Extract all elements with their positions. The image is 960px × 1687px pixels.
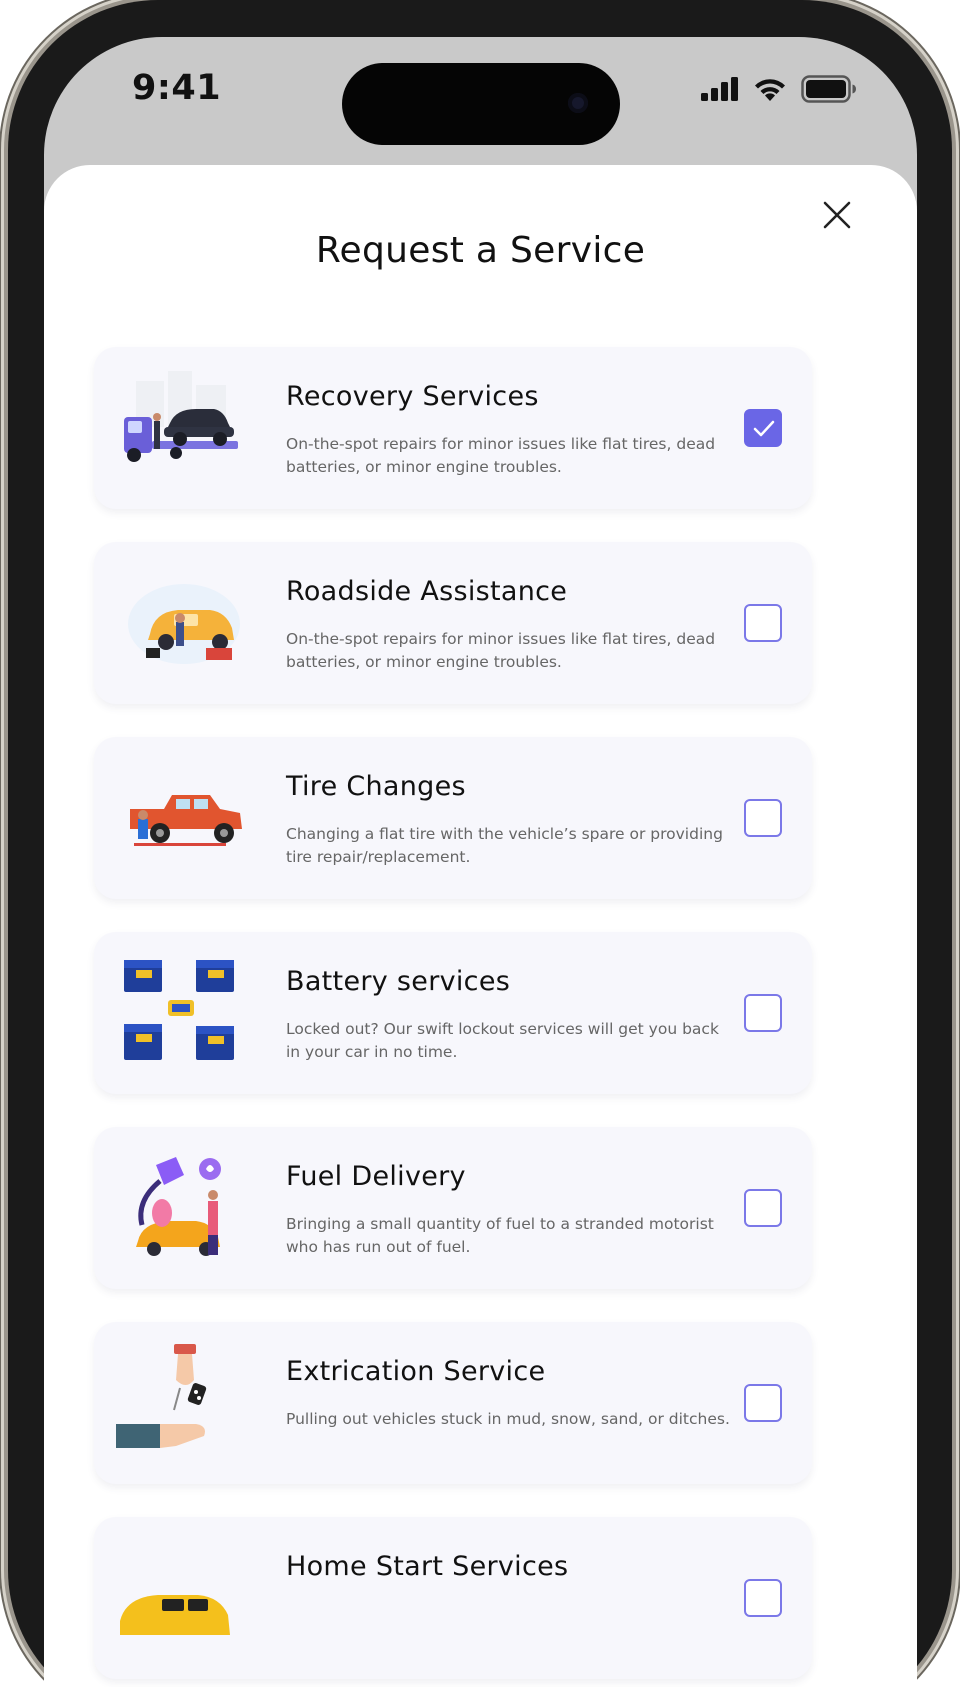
service-card-roadside[interactable]: Roadside Assistance On-the-spot repairs … [94, 542, 812, 704]
service-title: Recovery Services [286, 381, 539, 412]
request-service-sheet: Request a Service Recovery Services On-t… [44, 165, 917, 1687]
service-title: Roadside Assistance [286, 576, 568, 607]
cellular-signal-icon [701, 77, 738, 101]
service-description: Locked out? Our swift lockout services w… [286, 1020, 719, 1061]
tow-truck-illustration [124, 371, 238, 462]
service-title: Battery services [286, 966, 511, 997]
battery-icon [801, 75, 856, 103]
fuel-delivery-illustration [136, 1157, 221, 1256]
service-card-home-start[interactable]: Home Start Services [94, 1517, 812, 1679]
volume-up-button [0, 495, 8, 630]
status-time: 9:41 [132, 68, 222, 108]
service-checkbox[interactable] [744, 1579, 782, 1617]
close-button[interactable] [817, 195, 857, 235]
service-description: On-the-spot repairs for minor issues lik… [286, 630, 716, 671]
service-checkbox-checked[interactable] [744, 409, 782, 447]
service-card-battery[interactable]: Battery services Locked out? Our swift l… [94, 932, 812, 1094]
close-icon [823, 201, 851, 229]
service-card-fuel-delivery[interactable]: Fuel Delivery Bringing a small quantity … [94, 1127, 812, 1289]
service-list: Recovery Services On-the-spot repairs fo… [94, 347, 812, 1687]
status-icons [701, 75, 857, 103]
service-card-recovery[interactable]: Recovery Services On-the-spot repairs fo… [94, 347, 812, 509]
service-title: Fuel Delivery [286, 1161, 466, 1192]
checkmark-icon [753, 420, 775, 437]
service-title: Extrication Service [286, 1356, 546, 1387]
volume-down-button [0, 672, 8, 807]
service-description: Changing a flat tire with the vehicle’s … [286, 825, 723, 866]
power-button [952, 592, 960, 804]
service-card-tire-changes[interactable]: Tire Changes Changing a flat tire with t… [94, 737, 812, 899]
service-checkbox[interactable] [744, 604, 782, 642]
service-card-extrication[interactable]: Extrication Service Pulling out vehicles… [94, 1322, 812, 1484]
tire-change-illustration [130, 795, 242, 846]
service-title: Tire Changes [286, 771, 466, 802]
yellow-car-illustration [120, 1595, 230, 1635]
service-title: Home Start Services [286, 1551, 569, 1582]
car-batteries-illustration [124, 960, 234, 1060]
service-checkbox[interactable] [744, 799, 782, 837]
car-keys-handover-illustration [116, 1344, 207, 1448]
page-title: Request a Service [315, 230, 646, 271]
service-checkbox[interactable] [744, 1189, 782, 1227]
front-camera-icon [568, 93, 588, 113]
service-description: Pulling out vehicles stuck in mud, snow,… [286, 1410, 730, 1428]
service-description: On-the-spot repairs for minor issues lik… [286, 435, 716, 476]
service-checkbox[interactable] [744, 1384, 782, 1422]
service-checkbox[interactable] [744, 994, 782, 1032]
status-bar: 9:41 [44, 37, 917, 167]
dynamic-island [342, 63, 620, 145]
service-description: Bringing a small quantity of fuel to a s… [286, 1215, 714, 1256]
wifi-icon [755, 79, 785, 101]
roadside-repair-illustration [128, 584, 240, 664]
action-button [0, 358, 8, 432]
phone-screen: 9:41 Request a Service Recovery Services… [44, 37, 917, 1687]
